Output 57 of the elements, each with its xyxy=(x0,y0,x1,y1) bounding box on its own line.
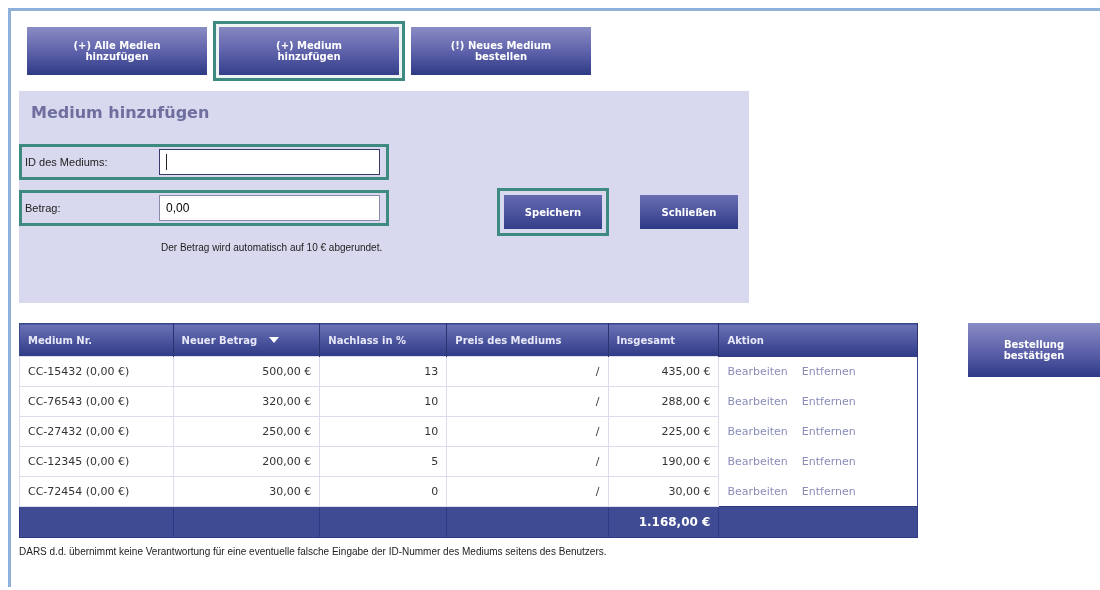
panel-title: Medium hinzufügen xyxy=(31,103,210,122)
disclaimer-text: DARS d.d. übernimmt keine Verantwortung für eine eventuelle falsche Eingabe der ID-Nummer des Mediums seitens des Benutzers. xyxy=(19,546,608,557)
action-link[interactable]: Entfernen xyxy=(801,454,856,468)
table-cell: 435,00 € xyxy=(608,356,719,387)
table-cell: CC-12345 (0,00 €) xyxy=(19,446,174,477)
action-link[interactable]: Bearbeiten xyxy=(727,484,788,498)
column-header[interactable]: Preis des Mediums xyxy=(446,323,608,357)
table-cell: / xyxy=(446,476,608,507)
form-button[interactable]: Speichern xyxy=(497,188,609,236)
table-cell: 250,00 € xyxy=(173,416,320,447)
table-cell: 10 xyxy=(319,416,447,447)
text-cursor xyxy=(166,154,167,170)
table-cell: 5 xyxy=(319,446,447,477)
action-link[interactable]: Bearbeiten xyxy=(727,394,788,408)
table-cell: / xyxy=(446,386,608,417)
field-label: ID des Mediums: xyxy=(25,156,109,168)
field-label: Betrag: xyxy=(25,202,62,214)
input-field[interactable] xyxy=(159,149,380,175)
form-button[interactable]: Schließen xyxy=(640,195,738,229)
hint-text: Der Betrag wird automatisch auf 10 € abgerundet. xyxy=(161,242,383,253)
action-link[interactable]: Entfernen xyxy=(801,364,856,378)
table-cell: CC-72454 (0,00 €) xyxy=(19,476,174,507)
table-cell: 30,00 € xyxy=(173,476,320,507)
action-link[interactable]: Bearbeiten xyxy=(727,454,788,468)
table-cell: 288,00 € xyxy=(608,386,719,417)
table-cell: / xyxy=(446,446,608,477)
action-link[interactable]: Bearbeiten xyxy=(727,364,788,378)
action-link[interactable]: Entfernen xyxy=(801,424,856,438)
column-header[interactable]: Insgesamt xyxy=(608,323,719,357)
tab[interactable]: (+) Medium hinzufügen xyxy=(213,21,405,81)
action-link[interactable]: Entfernen xyxy=(801,484,856,498)
column-header[interactable]: Aktion xyxy=(718,323,918,357)
table-cell: 0 xyxy=(319,476,447,507)
table-cell: CC-15432 (0,00 €) xyxy=(19,356,174,387)
table-cell: 30,00 € xyxy=(608,476,719,507)
column-header[interactable]: Nachlass in % xyxy=(319,323,447,357)
table-cell: 200,00 € xyxy=(173,446,320,477)
table-cell: CC-76543 (0,00 €) xyxy=(19,386,174,417)
table-cell: 13 xyxy=(319,356,447,387)
column-header[interactable]: Medium Nr. xyxy=(19,323,174,357)
sort-caret-icon[interactable] xyxy=(269,337,280,343)
table-cell: / xyxy=(446,416,608,447)
table-cell: 10 xyxy=(319,386,447,417)
total-cell: 1.168,00 € xyxy=(608,506,719,538)
tab[interactable]: (!) Neues Medium bestellen xyxy=(411,27,591,75)
action-link[interactable]: Bearbeiten xyxy=(727,424,788,438)
tab[interactable]: (+) Alle Medien hinzufügen xyxy=(27,27,207,75)
table-cell: 320,00 € xyxy=(173,386,320,417)
confirm-order-button[interactable]: Bestellung bestätigen xyxy=(968,323,1100,377)
table-cell: CC-27432 (0,00 €) xyxy=(19,416,174,447)
table-cell: / xyxy=(446,356,608,387)
action-link[interactable]: Entfernen xyxy=(801,394,856,408)
table-cell: 225,00 € xyxy=(608,416,719,447)
table-cell: 190,00 € xyxy=(608,446,719,477)
table-cell: 500,00 € xyxy=(173,356,320,387)
column-header[interactable]: Neuer Betrag xyxy=(173,323,320,357)
input-field[interactable]: 0,00 xyxy=(159,195,380,221)
